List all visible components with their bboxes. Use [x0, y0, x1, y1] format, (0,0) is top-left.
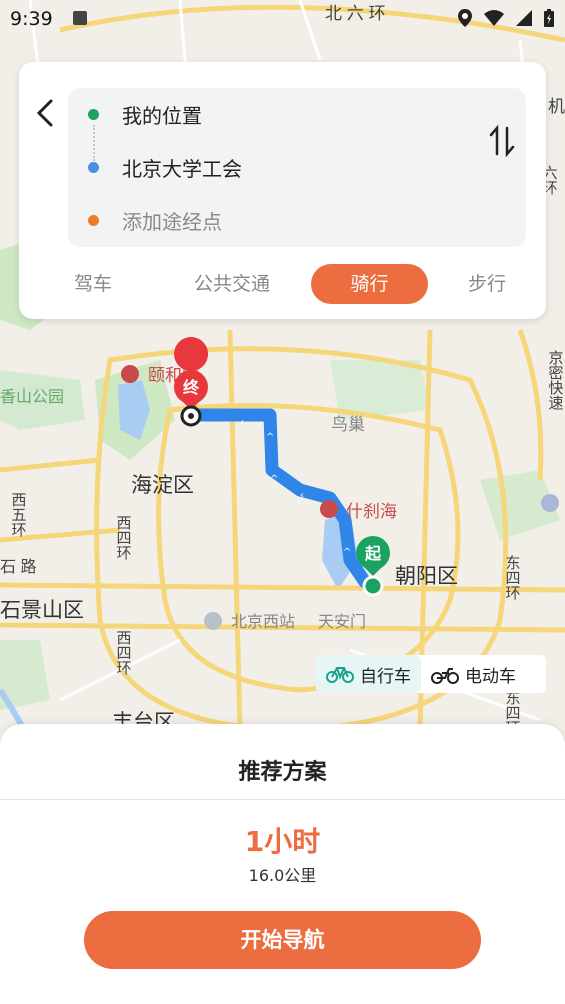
destination-field[interactable]: 北京大学工会	[122, 153, 242, 182]
svg-text:^: ^	[270, 474, 278, 485]
swap-icon[interactable]	[487, 124, 517, 158]
origin-dot-icon	[88, 109, 99, 120]
ebike-label: 电动车	[465, 666, 516, 687]
map-label-jingmi: 京密快速	[547, 350, 564, 411]
train-station-icon	[204, 612, 222, 630]
ebike-icon	[431, 668, 459, 684]
vehicle-toggle: 自行车 电动车	[316, 655, 546, 693]
route-inputs: 我的位置 北京大学工会 添加途经点	[68, 88, 526, 247]
sheet-title: 推荐方案	[238, 760, 327, 785]
notification-icon	[73, 11, 87, 25]
map-label-shilu: 石 路	[0, 558, 36, 576]
add-stop-icon	[88, 215, 99, 226]
svg-text:‹: ‹	[300, 490, 304, 501]
route-connector	[93, 125, 96, 161]
map-label-shichahai: 什刹海	[346, 502, 397, 521]
tab-cycling[interactable]: 骑行	[311, 264, 428, 304]
map-label-haidian: 海淀区	[131, 474, 194, 497]
map-label-chaoyang: 朝阳区	[395, 565, 458, 588]
tab-transit[interactable]: 公共交通	[182, 264, 282, 304]
svg-text:^: ^	[266, 432, 274, 443]
svg-text:^: ^	[343, 547, 351, 558]
route-duration: 1小时	[244, 825, 321, 858]
route-card: 我的位置 北京大学工会 添加途经点 驾车 公共交通 骑行 步行	[19, 62, 546, 319]
travel-mode-tabs: 驾车 公共交通 骑行 步行	[19, 260, 546, 304]
route-distance: 16.0公里	[248, 866, 317, 885]
shichahai-poi-icon	[320, 500, 338, 518]
map-label-beijingwest: 北京西站	[231, 613, 295, 631]
map-label-xiwuhuan: 西五环	[10, 492, 27, 537]
map-label-xisihuan: 西四环	[115, 515, 132, 560]
map-label-xiangshan: 香山公园	[0, 388, 64, 406]
divider	[0, 799, 565, 800]
status-bar: 9:39	[0, 0, 565, 38]
start-navigation-button[interactable]: 开始导航	[84, 911, 481, 969]
bicycle-option[interactable]: 自行车	[316, 655, 421, 693]
map-label-shijingshan: 石景山区	[0, 599, 84, 622]
map-label-dongsihuan: 东四环	[504, 555, 521, 600]
end-marker-label: 终	[183, 378, 200, 397]
back-arrow-icon[interactable]	[31, 95, 61, 131]
yiheyuan-poi-icon	[121, 365, 139, 383]
location-icon	[458, 9, 472, 27]
origin-field[interactable]: 我的位置	[122, 100, 202, 129]
bicycle-label: 自行车	[360, 666, 411, 687]
signal-icon	[516, 10, 532, 26]
wifi-icon	[484, 10, 504, 26]
map-label-birdnest: 鸟巢	[331, 415, 365, 434]
tab-walking[interactable]: 步行	[437, 264, 537, 304]
map-label-tiananmen: 天安门	[318, 613, 366, 631]
destination-dot-icon	[88, 162, 99, 173]
ebike-option[interactable]: 电动车	[421, 655, 526, 693]
add-stop-field[interactable]: 添加途经点	[122, 206, 222, 235]
map-label-jichang: 机	[548, 97, 565, 116]
start-marker-label: 起	[364, 544, 382, 563]
tab-driving[interactable]: 驾车	[43, 264, 143, 304]
battery-icon	[544, 9, 554, 27]
map-label-xisihuan-2: 西四环	[115, 630, 132, 675]
status-time: 9:39	[10, 8, 53, 30]
svg-text:‹: ‹	[240, 417, 244, 428]
bicycle-icon	[326, 667, 354, 683]
poi-icon	[541, 494, 559, 512]
bottom-sheet: 推荐方案 1小时 16.0公里 开始导航	[0, 724, 565, 1004]
